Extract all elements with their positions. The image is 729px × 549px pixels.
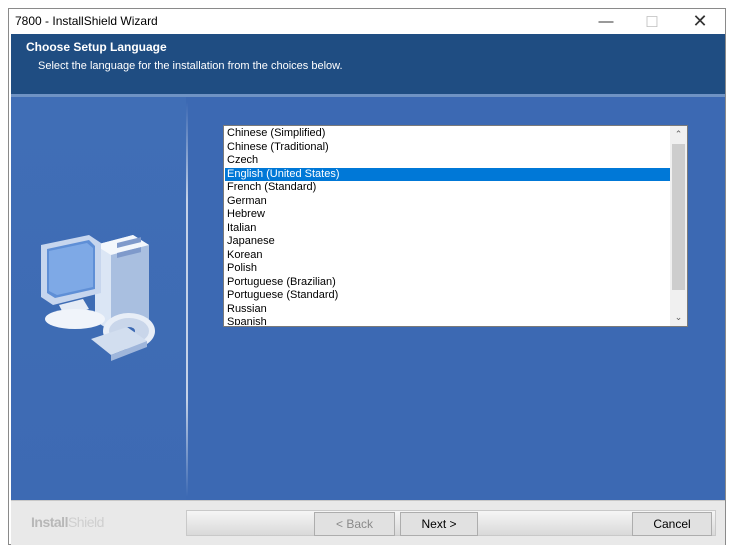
scroll-thumb[interactable] bbox=[672, 144, 685, 290]
vertical-scrollbar[interactable]: ⌃ ⌄ bbox=[670, 126, 687, 326]
wizard-content: Chinese (Simplified) Chinese (Traditional… bbox=[11, 97, 725, 500]
title-bar[interactable]: 7800 - InstallShield Wizard — ☐ ✕ bbox=[9, 9, 725, 34]
language-option[interactable]: Portuguese (Standard) bbox=[225, 289, 670, 303]
minimize-icon[interactable]: — bbox=[583, 9, 629, 34]
brand-bold: Install bbox=[31, 514, 68, 530]
language-option[interactable]: Italian bbox=[225, 222, 670, 236]
language-option[interactable]: French (Standard) bbox=[225, 181, 670, 195]
installshield-window: 7800 - InstallShield Wizard — ☐ ✕ Choose… bbox=[8, 8, 726, 545]
back-button[interactable]: < Back bbox=[314, 512, 395, 536]
language-option[interactable]: English (United States) bbox=[225, 167, 670, 181]
scroll-down-icon[interactable]: ⌄ bbox=[670, 309, 687, 326]
wizard-footer: InstallShield < Back Next > Cancel bbox=[11, 500, 725, 545]
next-button[interactable]: Next > bbox=[400, 512, 478, 536]
side-panel bbox=[11, 97, 186, 500]
brand-light: Shield bbox=[67, 514, 104, 530]
language-option[interactable]: Czech bbox=[225, 154, 670, 168]
language-option[interactable]: Russian bbox=[225, 303, 670, 317]
language-option[interactable]: Chinese (Traditional) bbox=[225, 141, 670, 155]
language-list[interactable]: Chinese (Simplified) Chinese (Traditional… bbox=[225, 127, 670, 325]
installshield-logo: InstallShield bbox=[31, 514, 104, 530]
language-option[interactable]: German bbox=[225, 195, 670, 209]
wizard-header: Choose Setup Language Select the languag… bbox=[11, 34, 725, 97]
language-option[interactable]: Portuguese (Brazilian) bbox=[225, 276, 670, 290]
language-option[interactable]: Japanese bbox=[225, 235, 670, 249]
page-title: Choose Setup Language bbox=[26, 40, 167, 54]
window-title: 7800 - InstallShield Wizard bbox=[15, 14, 158, 28]
language-option[interactable]: Korean bbox=[225, 249, 670, 263]
close-icon[interactable]: ✕ bbox=[677, 9, 723, 34]
language-listbox[interactable]: Chinese (Simplified) Chinese (Traditional… bbox=[223, 125, 688, 327]
page-subtitle: Select the language for the installation… bbox=[38, 60, 343, 72]
maximize-icon: ☐ bbox=[645, 13, 659, 31]
language-option[interactable]: Chinese (Simplified) bbox=[225, 127, 670, 141]
scroll-up-icon[interactable]: ⌃ bbox=[670, 126, 687, 143]
language-option[interactable]: Polish bbox=[225, 262, 670, 276]
computer-setup-icon bbox=[41, 235, 155, 361]
language-option[interactable]: Spanish bbox=[225, 316, 670, 325]
language-option[interactable]: Hebrew bbox=[225, 208, 670, 222]
cancel-button[interactable]: Cancel bbox=[632, 512, 712, 536]
